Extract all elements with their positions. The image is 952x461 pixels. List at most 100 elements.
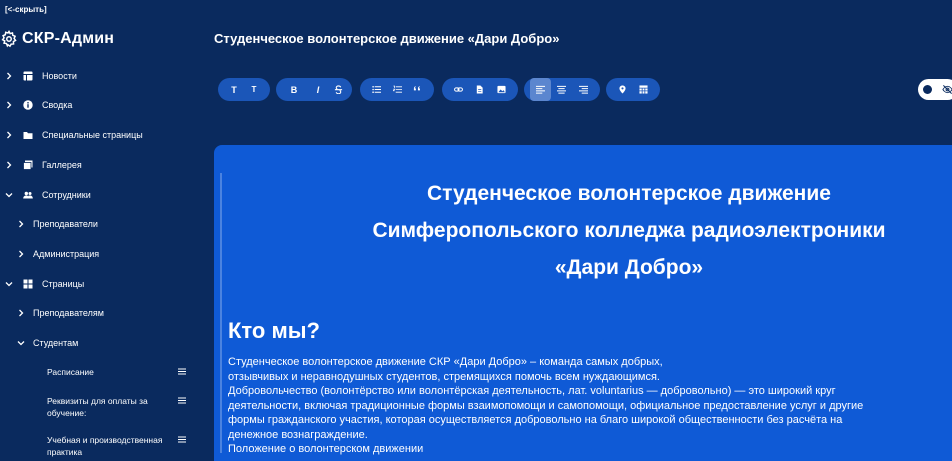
strikethrough-button[interactable] [330, 78, 346, 101]
heading2-button[interactable]: T [244, 78, 264, 101]
numbered-list-icon [392, 85, 402, 93]
sidebar-item-label: Специальные страницы [42, 130, 143, 140]
folder-icon [23, 132, 33, 139]
paragraph-line: денежное вознаграждение. [228, 428, 368, 441]
hide-sidebar-link[interactable]: [<-скрыть] [5, 5, 47, 14]
toggle-knob [923, 85, 932, 94]
sidebar-item-practice[interactable]: Учебная и производственная практика [47, 434, 192, 458]
toolbar-group-align [524, 78, 600, 101]
gear-icon [1, 30, 17, 48]
sidebar-item-payment-details[interactable]: Реквизиты для оплаты за обучение: [47, 395, 192, 419]
sidebar-item-label: Расписание [47, 367, 94, 377]
chevron-right-icon [7, 161, 12, 169]
sidebar-item-staff[interactable]: Сотрудники [5, 187, 91, 203]
align-left-icon [536, 85, 546, 94]
link-icon [454, 87, 464, 92]
chevron-down-icon [17, 341, 25, 346]
italic-button[interactable]: I [306, 78, 330, 101]
align-right-button[interactable] [573, 78, 594, 101]
chevron-right-icon [19, 309, 24, 317]
paragraph-line: Добровольчество (волонтёрство или волонт… [228, 385, 836, 397]
brand[interactable]: СКР-Админ [0, 29, 114, 49]
numbered-list-button[interactable] [387, 78, 408, 101]
chevron-right-icon [7, 101, 12, 109]
people-icon [23, 191, 33, 199]
insert-image-button[interactable] [491, 78, 512, 101]
toolbar-group-headings: T T [218, 78, 270, 101]
paragraph-line: Положение о волонтерском движении [228, 443, 424, 455]
strikethrough-icon [334, 85, 342, 94]
drag-handle-icon[interactable] [178, 436, 186, 443]
sidebar-item-news[interactable]: Новости [5, 68, 77, 84]
chevron-right-icon [19, 250, 24, 258]
bold-button[interactable]: B [282, 78, 306, 101]
drag-handle-icon[interactable] [178, 397, 186, 404]
paragraph-line: формы гражданского участия, которая осущ… [228, 414, 843, 426]
sidebar-item-label: Студентам [33, 338, 79, 348]
toolbar-group-lists [360, 78, 434, 101]
paragraph-line: Студенческое волонтерское движение СКР «… [228, 356, 663, 368]
eye-off-icon [942, 85, 952, 94]
paragraph-line: отзывчивых и неравнодушных студентов, ст… [228, 370, 660, 383]
insert-location-button[interactable] [612, 78, 633, 101]
heading-line: Студенческое волонтерское движение [427, 182, 831, 205]
page-title: Студенческое волонтерское движение «Дари… [214, 31, 560, 46]
sidebar-item-for-students[interactable]: Студентам [17, 335, 78, 351]
blockquote-button[interactable] [407, 78, 428, 101]
image-icon [497, 85, 506, 94]
gallery-icon [23, 160, 33, 170]
sidebar-item-label: Новости [42, 71, 77, 81]
align-right-icon [578, 85, 588, 94]
sidebar-item-gallery[interactable]: Галлерея [5, 157, 82, 173]
sidebar-item-for-teachers[interactable]: Преподавателям [17, 305, 104, 321]
heading-line: «Дари Добро» [554, 256, 704, 279]
sidebar-item-teachers[interactable]: Преподаватели [17, 216, 98, 232]
sidebar-item-schedule[interactable]: Расписание [47, 366, 192, 378]
visibility-toggle[interactable] [918, 79, 952, 100]
toolbar-group-extra [606, 78, 660, 101]
sidebar-item-label: Администрация [33, 249, 100, 259]
toolbar-group-insert [442, 78, 518, 101]
content-editor[interactable]: Студенческое волонтерское движение Симфе… [214, 145, 952, 461]
bullet-list-icon [372, 85, 381, 94]
insert-file-button[interactable] [469, 78, 490, 101]
sidebar-item-label: Сотрудники [42, 190, 91, 200]
sidebar-item-label: Преподавателям [33, 308, 104, 318]
chevron-right-icon [7, 131, 12, 139]
heading1-button[interactable]: T [224, 78, 244, 101]
drag-handle-icon[interactable] [178, 368, 186, 375]
sidebar-item-label: Сводка [42, 100, 73, 110]
quote-icon [414, 86, 421, 91]
align-center-button[interactable] [551, 78, 572, 101]
body-paragraph: Студенческое волонтерское движение СКР «… [228, 355, 952, 457]
sidebar-item-pages[interactable]: Страницы [5, 276, 84, 292]
chevron-right-icon [7, 72, 12, 80]
map-pin-icon [619, 85, 626, 94]
chevron-down-icon [5, 282, 13, 287]
sidebar-item-label: Учебная и производственная практика [47, 435, 163, 457]
chevron-down-icon [5, 193, 13, 198]
align-left-button[interactable] [530, 78, 552, 101]
table-icon [23, 71, 33, 81]
document-heading: Студенческое волонтерское движение Симфе… [214, 175, 952, 286]
link-button[interactable] [448, 78, 469, 101]
toolbar-group-format: B I [276, 78, 352, 101]
info-icon [23, 100, 33, 110]
paragraph-line: деятельности, включая традиционные формы… [228, 399, 864, 412]
insert-table-button[interactable] [633, 78, 654, 101]
align-center-icon [557, 85, 567, 94]
sidebar-item-label: Страницы [42, 279, 85, 289]
brand-title: СКР-Админ [22, 30, 115, 47]
sidebar-item-special-pages[interactable]: Специальные страницы [5, 127, 143, 143]
grid-icon [23, 279, 33, 289]
bullet-list-button[interactable] [366, 78, 387, 101]
sidebar-item-administration[interactable]: Администрация [17, 246, 99, 262]
section-title: Кто мы? [228, 318, 320, 343]
table-icon [639, 85, 648, 94]
sidebar: [<-скрыть] СКР-Админ Новости Сводка Спец… [0, 0, 200, 461]
chevron-right-icon [19, 220, 24, 228]
sidebar-item-label: Галлерея [42, 160, 82, 170]
sidebar-item-summary[interactable]: Сводка [5, 97, 72, 113]
sidebar-item-label: Реквизиты для оплаты за обучение: [47, 396, 148, 418]
file-icon [477, 85, 484, 94]
